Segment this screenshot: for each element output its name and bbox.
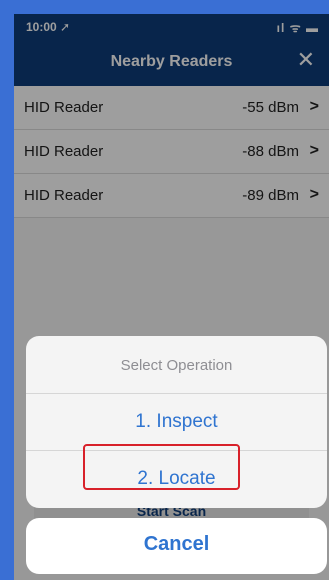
cancel-button[interactable]: Cancel: [26, 518, 327, 574]
annotation-highlight-box: [83, 444, 240, 490]
action-sheet-title: Select Operation: [26, 336, 327, 394]
inspect-option[interactable]: 1. Inspect: [26, 394, 327, 451]
app-screen: 10:00 ➚ ıl ᯤ ▬ Nearby Readers ✕ HID Read…: [14, 14, 329, 580]
device-frame: 10:00 ➚ ıl ᯤ ▬ Nearby Readers ✕ HID Read…: [0, 0, 329, 580]
